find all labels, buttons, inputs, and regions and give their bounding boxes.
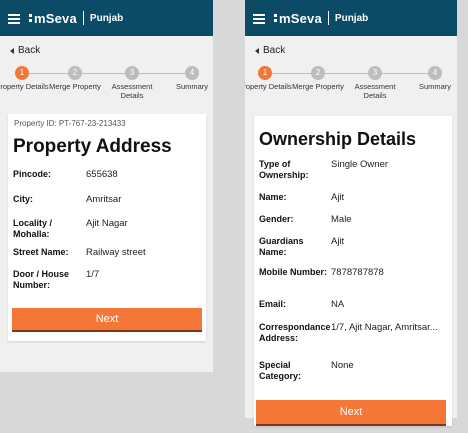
field-label: City: bbox=[13, 194, 33, 204]
step-dot: 4 bbox=[185, 66, 199, 80]
field-label: Name: bbox=[259, 192, 287, 202]
field-value: Ajit bbox=[331, 236, 345, 247]
step-dot: 3 bbox=[125, 66, 139, 80]
header-divider bbox=[82, 11, 84, 25]
menu-icon[interactable] bbox=[8, 13, 20, 24]
step-dot: 1 bbox=[15, 66, 29, 80]
step-dot: 2 bbox=[68, 66, 82, 80]
step-merge-property[interactable]: 2 Merge Property bbox=[288, 66, 348, 91]
field-value: Ajit Nagar bbox=[86, 218, 128, 229]
mseva-logo-icon bbox=[274, 14, 277, 22]
field-value: 655638 bbox=[86, 169, 118, 180]
field-row-address: Correspondance Address: 1/7, Ajit Nagar,… bbox=[259, 322, 448, 344]
field-row-pincode: Pincode: 655638 bbox=[13, 169, 202, 181]
field-row-mobile: Mobile Number: 7878787878 bbox=[259, 267, 448, 279]
field-label: Type of Ownership: bbox=[259, 159, 309, 180]
field-value: Amritsar bbox=[86, 194, 122, 205]
mseva-logo-icon bbox=[29, 14, 32, 22]
field-row-email: Email: NA bbox=[259, 299, 448, 311]
field-value: Ajit bbox=[331, 192, 345, 203]
field-row-city: City: Amritsar bbox=[13, 194, 202, 206]
next-button[interactable]: Next bbox=[256, 400, 446, 426]
property-id: Property ID: PT-767-23-213433 bbox=[14, 119, 126, 128]
field-row-street: Street Name: Railway street bbox=[13, 247, 202, 259]
field-row-door: Door / House Number: 1/7 bbox=[13, 269, 202, 291]
phone-screen-property-address: mSeva Punjab Back 1 Property Details 2 M… bbox=[0, 0, 213, 372]
field-value: 1/7 bbox=[86, 269, 100, 280]
state-name: Punjab bbox=[334, 12, 369, 24]
step-label: Summary bbox=[418, 82, 452, 91]
step-assessment-details[interactable]: 3 Assessment Details bbox=[345, 66, 405, 100]
step-label: Assessment Details bbox=[354, 82, 396, 100]
app-header: mSeva Punjab bbox=[245, 0, 457, 36]
field-row-guardian: Guardians Name: Ajit bbox=[259, 236, 448, 258]
field-label: Special Category: bbox=[259, 360, 302, 381]
field-row-ownership-type: Type of Ownership: Single Owner bbox=[259, 159, 448, 181]
step-label: Assessment Details bbox=[111, 82, 153, 100]
field-value: None bbox=[331, 360, 354, 371]
field-label: Mobile Number: bbox=[259, 267, 328, 277]
brand-name: mSeva bbox=[34, 10, 77, 26]
property-address-card: Property ID: PT-767-23-213433 Property A… bbox=[8, 114, 206, 341]
progress-stepper: 1 Property Details 2 Merge Property 3 As… bbox=[245, 66, 457, 106]
field-label: Locality / Mohalla: bbox=[13, 218, 53, 239]
back-button[interactable]: Back bbox=[10, 45, 40, 56]
field-row-name: Name: Ajit bbox=[259, 192, 448, 204]
field-row-locality: Locality / Mohalla: Ajit Nagar bbox=[13, 218, 202, 240]
header-divider bbox=[327, 11, 329, 25]
field-label: Correspondance Address: bbox=[259, 322, 331, 343]
field-label: Pincode: bbox=[13, 169, 52, 179]
progress-stepper: 1 Property Details 2 Merge Property 3 As… bbox=[0, 66, 213, 106]
app-header: mSeva Punjab bbox=[0, 0, 213, 36]
field-label: Street Name: bbox=[13, 247, 69, 257]
page-title: Ownership Details bbox=[259, 129, 417, 149]
next-button[interactable]: Next bbox=[12, 308, 202, 332]
brand-name: mSeva bbox=[279, 10, 322, 26]
step-dot: 2 bbox=[311, 66, 325, 80]
menu-icon[interactable] bbox=[253, 13, 265, 24]
field-label: Guardians Name: bbox=[259, 236, 304, 257]
field-value: 7878787878 bbox=[331, 267, 384, 278]
field-value: NA bbox=[331, 299, 345, 310]
field-label: Email: bbox=[259, 299, 287, 309]
field-row-special-category: Special Category: None bbox=[259, 360, 448, 382]
step-label: Merge Property bbox=[292, 82, 344, 91]
step-dot: 3 bbox=[368, 66, 382, 80]
back-label: Back bbox=[18, 45, 41, 56]
back-arrow-icon bbox=[10, 47, 14, 54]
field-value: Male bbox=[331, 214, 352, 225]
page-title: Property Address bbox=[13, 136, 172, 157]
back-arrow-icon bbox=[255, 47, 259, 54]
field-row-gender: Gender: Male bbox=[259, 214, 448, 226]
step-dot: 4 bbox=[428, 66, 442, 80]
state-name: Punjab bbox=[89, 12, 124, 24]
field-value: Railway street bbox=[86, 247, 146, 258]
field-value: Single Owner bbox=[331, 159, 389, 170]
back-button[interactable]: Back bbox=[255, 45, 285, 56]
step-label: Merge Property bbox=[49, 82, 101, 91]
back-label: Back bbox=[263, 45, 286, 56]
step-assessment-details[interactable]: 3 Assessment Details bbox=[102, 66, 162, 100]
ownership-details-card: Ownership Details Type of Ownership: Sin… bbox=[254, 116, 452, 426]
field-label: Door / House Number: bbox=[13, 269, 70, 290]
step-summary[interactable]: 4 Summary bbox=[405, 66, 457, 91]
step-dot: 1 bbox=[258, 66, 272, 80]
field-label: Gender: bbox=[259, 214, 294, 224]
step-merge-property[interactable]: 2 Merge Property bbox=[45, 66, 105, 91]
step-label: Summary bbox=[175, 82, 209, 91]
step-summary[interactable]: 4 Summary bbox=[162, 66, 213, 91]
field-value: 1/7, Ajit Nagar, Amritsar... bbox=[331, 322, 438, 333]
